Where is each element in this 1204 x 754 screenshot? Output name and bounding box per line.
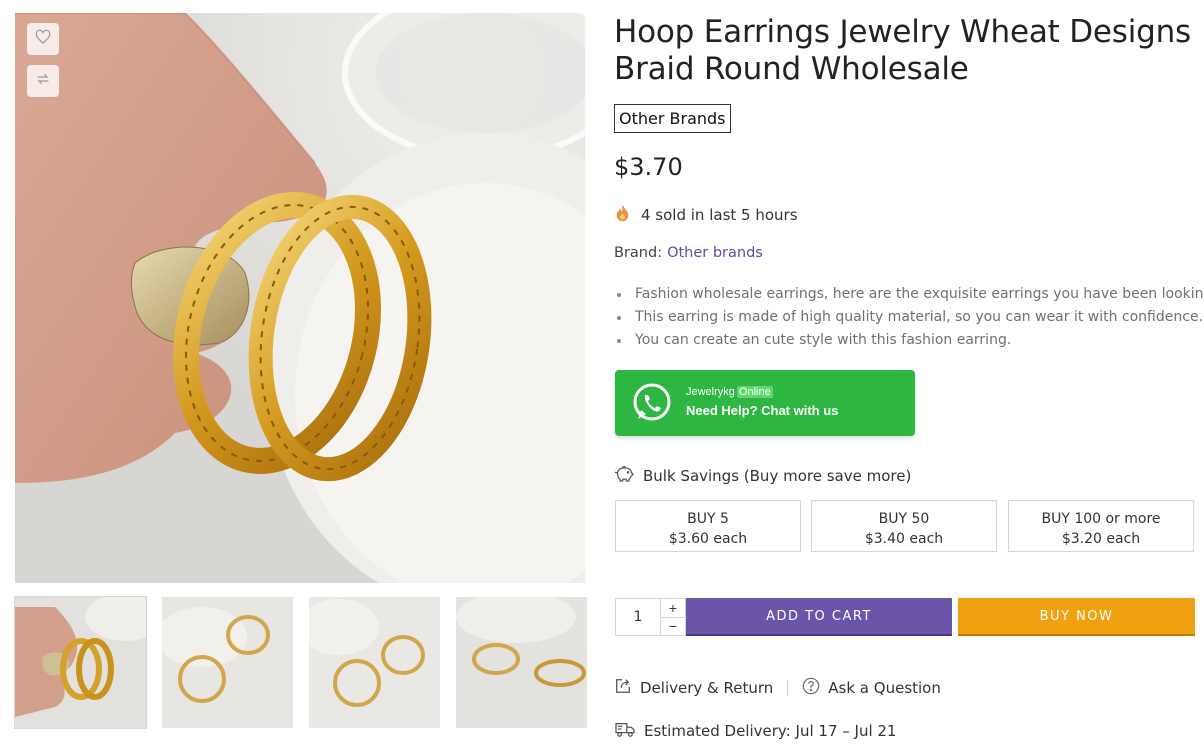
- delivery-return-link[interactable]: Delivery & Return: [614, 677, 773, 699]
- whatsapp-agent: Jewelrykg Online: [686, 385, 838, 399]
- feature-list: Fashion wholesale earrings, here are the…: [614, 283, 1204, 352]
- feature-item: This earring is made of high quality mat…: [614, 306, 1203, 329]
- whatsapp-help-text: Need Help? Chat with us: [686, 403, 839, 418]
- brand-link[interactable]: Other brands: [667, 245, 763, 261]
- quantity-increase-button[interactable]: +: [661, 599, 685, 617]
- divider: [787, 680, 789, 696]
- product-price: $3.70: [614, 153, 683, 181]
- tier-price: $3.40 each: [864, 531, 944, 547]
- whatsapp-icon: [630, 381, 674, 425]
- thumbnail-3[interactable]: [309, 597, 440, 728]
- quantity-decrease-button[interactable]: −: [661, 616, 685, 636]
- brand-label: Brand:: [614, 245, 663, 261]
- ask-question-link[interactable]: Ask a Question: [802, 677, 941, 699]
- estimated-delivery: Estimated Delivery: Jul 17 – Jul 21: [614, 720, 896, 742]
- bulk-heading-text: Bulk Savings (Buy more save more): [643, 467, 912, 485]
- online-badge: Online: [736, 386, 773, 398]
- tier-label: BUY 100 or more: [1041, 511, 1161, 527]
- share-box-icon: [614, 677, 632, 699]
- question-circle-icon: [802, 677, 820, 699]
- compare-arrows-icon: [35, 71, 51, 92]
- estimated-delivery-text: Estimated Delivery: Jul 17 – Jul 21: [644, 722, 897, 740]
- compare-button[interactable]: [27, 65, 59, 97]
- thumbnail-2[interactable]: [162, 597, 293, 728]
- brand-tag[interactable]: Other Brands: [614, 104, 731, 133]
- whatsapp-text: Jewelrykg Online Need Help? Chat with us: [686, 385, 838, 421]
- add-to-cart-button[interactable]: ADD TO CART: [686, 598, 952, 636]
- quantity-input[interactable]: [616, 599, 660, 635]
- tier-price: $3.20 each: [1061, 531, 1141, 547]
- buy-now-button[interactable]: BUY NOW: [958, 598, 1195, 636]
- whatsapp-chat-button[interactable]: Jewelrykg Online Need Help? Chat with us: [615, 370, 915, 436]
- wishlist-button[interactable]: [27, 23, 59, 55]
- piggy-bank-icon: [614, 465, 635, 487]
- agent-name: Jewelrykg: [686, 386, 735, 398]
- fire-icon: [614, 204, 631, 226]
- bulk-tier-100[interactable]: BUY 100 or more $3.20 each: [1008, 500, 1194, 552]
- brand-line: Brand: Other brands: [614, 245, 763, 261]
- thumbnail-4[interactable]: [456, 597, 587, 728]
- info-links: Delivery & Return Ask a Question: [614, 677, 941, 699]
- product-title: Hoop Earrings Jewelry Wheat Designs Brai…: [614, 14, 1192, 87]
- sold-text: 4 sold in last 5 hours: [641, 206, 798, 224]
- bulk-tier-50[interactable]: BUY 50 $3.40 each: [811, 500, 997, 552]
- thumbnail-strip: [14, 596, 587, 729]
- feature-item: You can create an cute style with this f…: [614, 329, 1199, 352]
- truck-icon: [614, 720, 636, 742]
- quantity-buttons: + −: [660, 599, 685, 635]
- tier-label: BUY 5: [687, 511, 729, 527]
- delivery-return-label: Delivery & Return: [640, 679, 774, 697]
- main-product-image[interactable]: [15, 13, 585, 583]
- tier-label: BUY 50: [878, 511, 930, 527]
- tier-price: $3.60 each: [668, 531, 748, 547]
- heart-icon: [35, 29, 51, 50]
- quantity-stepper: + −: [615, 598, 686, 636]
- thumbnail-1[interactable]: [14, 596, 147, 729]
- sold-counter: 4 sold in last 5 hours: [614, 204, 798, 226]
- bulk-tier-5[interactable]: BUY 5 $3.60 each: [615, 500, 801, 552]
- feature-item: Fashion wholesale earrings, here are the…: [614, 283, 1204, 306]
- bulk-savings-heading: Bulk Savings (Buy more save more): [614, 465, 911, 487]
- ask-question-label: Ask a Question: [828, 679, 941, 697]
